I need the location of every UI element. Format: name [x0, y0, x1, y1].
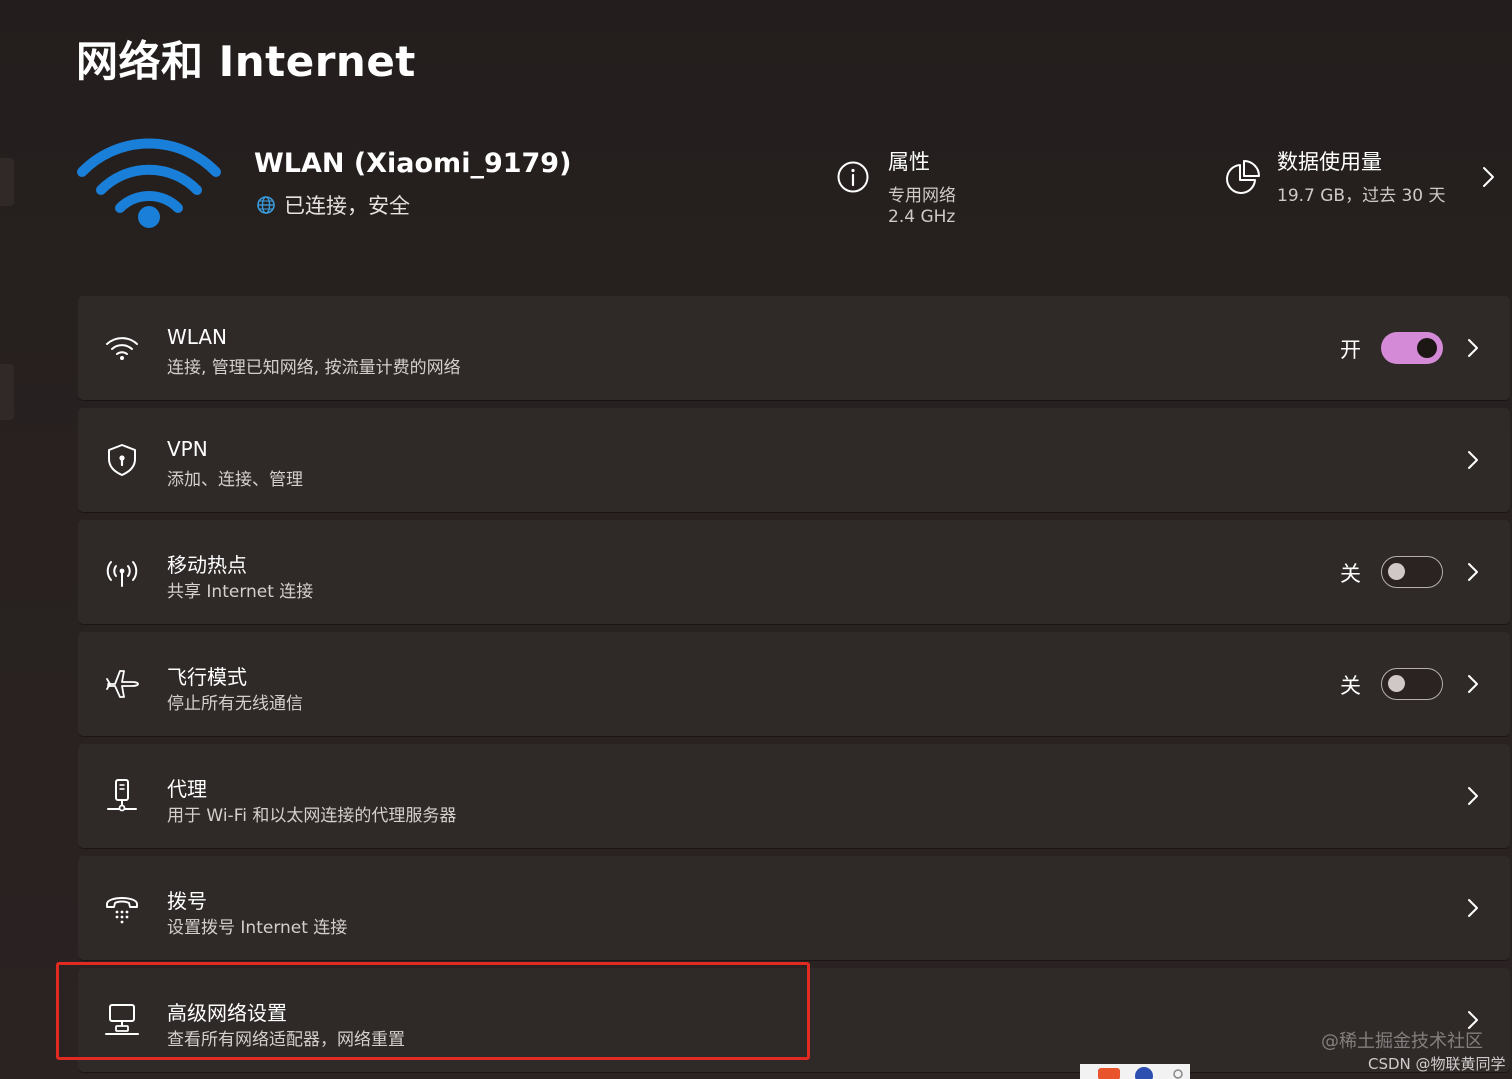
hotspot-toggle[interactable] — [1381, 556, 1443, 588]
hotspot-icon — [106, 561, 138, 587]
properties-band: 2.4 GHz — [888, 207, 956, 227]
setting-row-vpn[interactable]: VPN 添加、连接、管理 — [78, 408, 1510, 512]
toggle-knob — [1417, 338, 1437, 358]
chevron-right-icon — [1468, 675, 1478, 693]
setting-title: 飞行模式 — [167, 665, 247, 689]
setting-subtitle: 停止所有无线通信 — [167, 694, 303, 714]
taskbar-apps-icon — [1098, 1067, 1183, 1079]
properties-title[interactable]: 属性 — [888, 146, 930, 176]
page-title: 网络和 Internet — [76, 37, 416, 86]
wlan-toggle[interactable] — [1381, 332, 1443, 364]
chevron-right-icon — [1468, 899, 1478, 917]
nav-pane-edge[interactable] — [0, 364, 14, 420]
setting-title: 代理 — [167, 777, 207, 801]
setting-title: 移动热点 — [167, 553, 247, 577]
setting-subtitle: 共享 Internet 连接 — [167, 582, 314, 602]
properties-network-type: 专用网络 — [888, 186, 956, 206]
dialup-icon — [106, 897, 138, 924]
setting-title: VPN — [167, 437, 208, 461]
nav-pane-edge[interactable] — [0, 158, 14, 206]
network-status: 已连接，安全 — [256, 190, 410, 220]
setting-row-advanced-network[interactable]: 高级网络设置 查看所有网络适配器，网络重置 — [78, 968, 1510, 1072]
globe-icon — [257, 196, 275, 214]
setting-row-wlan[interactable]: WLAN 连接, 管理已知网络, 按流量计费的网络 开 — [78, 296, 1510, 400]
toggle-state-label: 关 — [1340, 674, 1361, 698]
toggle-state-label: 关 — [1340, 562, 1361, 586]
airplane-icon — [106, 670, 139, 698]
wifi-icon — [106, 337, 138, 360]
shield-icon — [108, 444, 136, 476]
watermark-csdn: CSDN @物联黄同学 — [1368, 1055, 1506, 1073]
toggle-state-label: 开 — [1340, 338, 1361, 362]
chevron-right-icon[interactable] — [1478, 164, 1498, 190]
computer-network-icon — [105, 1004, 139, 1035]
setting-subtitle: 连接, 管理已知网络, 按流量计费的网络 — [167, 358, 461, 378]
settings-page: 网络和 Internet WLAN (Xiaomi_9179) 已连接，安全 属… — [0, 0, 1512, 1079]
setting-row-airplane[interactable]: 飞行模式 停止所有无线通信 关 — [78, 632, 1510, 736]
setting-subtitle: 添加、连接、管理 — [167, 470, 303, 490]
chevron-right-icon — [1468, 339, 1478, 357]
setting-title: 拨号 — [167, 889, 207, 913]
pie-chart-icon[interactable] — [1224, 158, 1262, 196]
toggle-knob — [1388, 563, 1405, 580]
network-status-text: 已连接，安全 — [284, 194, 410, 218]
chevron-right-icon — [1468, 787, 1478, 805]
setting-subtitle: 用于 Wi-Fi 和以太网连接的代理服务器 — [167, 806, 457, 826]
airplane-mode-toggle[interactable] — [1381, 668, 1443, 700]
toggle-knob — [1388, 675, 1405, 692]
setting-title: WLAN — [167, 325, 228, 349]
setting-row-dialup[interactable]: 拨号 设置拨号 Internet 连接 — [78, 856, 1510, 960]
data-usage-value: 19.7 GB，过去 30 天 — [1277, 186, 1446, 206]
setting-subtitle: 查看所有网络适配器，网络重置 — [167, 1030, 405, 1050]
setting-title: 高级网络设置 — [167, 1001, 287, 1025]
taskbar-fragment — [1080, 1064, 1190, 1079]
setting-row-proxy[interactable]: 代理 用于 Wi-Fi 和以太网连接的代理服务器 — [78, 744, 1510, 848]
chevron-right-icon — [1468, 451, 1478, 469]
info-icon[interactable] — [836, 160, 870, 194]
chevron-right-icon — [1468, 563, 1478, 581]
watermark-juejin: @稀土掘金技术社区 — [1321, 1031, 1483, 1052]
setting-subtitle: 设置拨号 Internet 连接 — [167, 918, 348, 938]
data-usage-title[interactable]: 数据使用量 — [1277, 146, 1382, 176]
settings-list: WLAN 连接, 管理已知网络, 按流量计费的网络 开 VPN 添加、连接、管理 — [78, 296, 1512, 1079]
setting-row-hotspot[interactable]: 移动热点 共享 Internet 连接 关 — [78, 520, 1510, 624]
wifi-icon — [77, 138, 221, 228]
network-name: WLAN (Xiaomi_9179) — [254, 148, 572, 179]
proxy-icon — [107, 779, 137, 812]
